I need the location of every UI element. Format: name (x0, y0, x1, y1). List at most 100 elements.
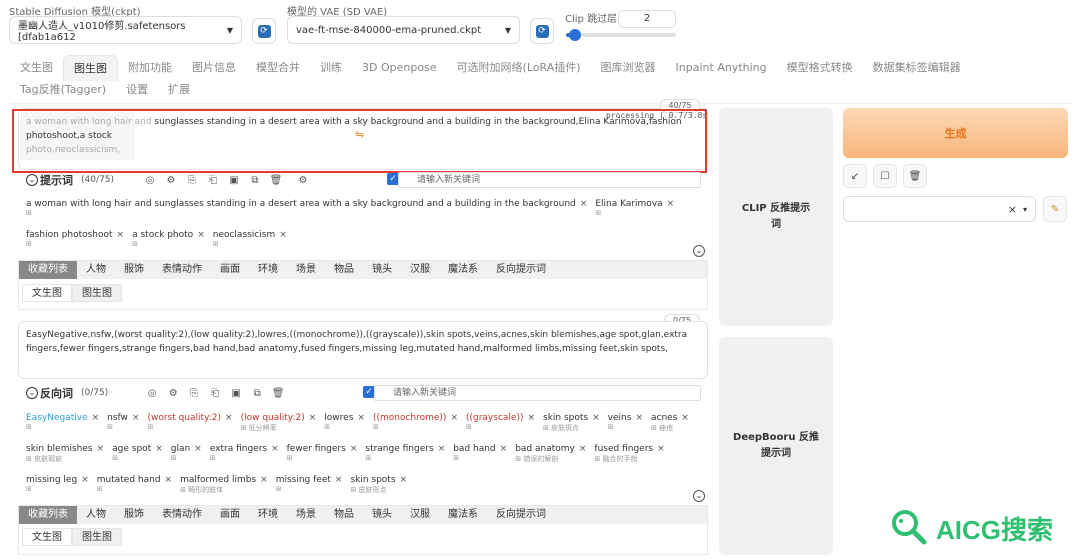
tag-chip[interactable]: bad hand × ⊞ (453, 444, 507, 464)
tag-chip[interactable]: Elina Karimova × ⊞ (595, 199, 674, 219)
tag-chip[interactable]: bad anatomy × ⊞ 错误的解剖 (515, 444, 586, 464)
globe-icon[interactable]: ◎ (144, 385, 160, 401)
duplicate-icon[interactable]: ⧉ (249, 385, 265, 401)
trash-icon[interactable]: 🗑 (268, 172, 284, 188)
edit-icon[interactable]: ⊞ (171, 454, 177, 462)
close-icon[interactable]: × (579, 444, 587, 454)
gear-icon[interactable]: ⚙ (163, 172, 179, 188)
duplicate-icon[interactable]: ⧉ (247, 172, 263, 188)
paste-params-button[interactable]: ↙ (843, 164, 867, 188)
close-icon[interactable]: × (357, 413, 365, 423)
category-tab[interactable]: 画面 (211, 261, 249, 279)
vae-select[interactable]: vae-ft-mse-840000-ema-pruned.ckpt ▼ (287, 16, 520, 44)
tag-chip[interactable]: acnes × ⊞ 痤疮 (651, 413, 689, 433)
tag-chip[interactable]: strange fingers × ⊞ (365, 444, 445, 464)
edit-icon[interactable]: ⊞ (210, 454, 216, 462)
edit-icon[interactable]: ⊞ (147, 423, 153, 431)
edit-icon[interactable]: ⊞ (97, 485, 103, 493)
close-icon[interactable]: × (271, 444, 279, 454)
close-icon[interactable]: × (681, 413, 689, 423)
close-icon[interactable]: × (97, 444, 105, 454)
edit-icon[interactable]: ⊞ (276, 485, 282, 493)
category-tab[interactable]: 画面 (211, 506, 249, 524)
close-icon[interactable]: × (81, 475, 89, 485)
tag-chip[interactable]: malformed limbs × ⊞ 畸形的肢体 (180, 475, 268, 495)
edit-icon[interactable]: ⊞ (324, 423, 330, 431)
close-icon[interactable]: × (438, 444, 446, 454)
tag-chip[interactable]: (worst quality:2) × ⊞ (147, 413, 232, 433)
close-icon[interactable]: × (635, 413, 643, 423)
trash-icon[interactable]: 🗑 (270, 385, 286, 401)
subtab[interactable]: 图生图 (72, 284, 122, 302)
edit-icon[interactable]: ⊞ (26, 209, 32, 217)
tag-chip[interactable]: fashion photoshoot × ⊞ (26, 230, 124, 250)
tag-chip[interactable]: ((grayscale)) × ⊞ (466, 413, 535, 433)
edit-icon[interactable]: ⊞ (180, 486, 188, 494)
tab-item[interactable]: 扩展 (158, 77, 200, 103)
edit-icon[interactable]: ⊞ (543, 424, 551, 432)
category-tab[interactable]: 服饰 (115, 506, 153, 524)
category-tab[interactable]: 收藏列表 (19, 506, 77, 524)
close-icon[interactable]: × (309, 413, 317, 423)
tag-chip[interactable]: veins × ⊞ (608, 413, 643, 433)
tab-item[interactable]: 数据集标签编辑器 (863, 55, 971, 81)
settings-icon[interactable]: ⚙ (295, 172, 311, 188)
clip-number-input[interactable]: 2 (618, 10, 676, 28)
category-tab[interactable]: 汉服 (401, 506, 439, 524)
expand-icon[interactable]: ⌄ (693, 245, 705, 257)
close-icon[interactable]: × (580, 199, 588, 209)
tag-chip[interactable]: skin blemishes × ⊞ 皮肤瑕疵 (26, 444, 104, 464)
clip-slider-handle[interactable] (568, 29, 581, 41)
tab-item[interactable]: 可选附加网络(LoRA插件) (447, 55, 591, 81)
styles-select[interactable]: × ▾ (843, 196, 1036, 222)
tab-item[interactable]: 训练 (310, 55, 352, 81)
subtab[interactable]: 文生图 (22, 528, 72, 546)
category-tab[interactable]: 反向提示词 (487, 506, 555, 524)
close-icon[interactable]: × (657, 444, 665, 454)
negative-keyword-input[interactable]: 请输入新关键词 (374, 385, 701, 401)
tag-chip[interactable]: EasyNegative × ⊞ (26, 413, 99, 433)
paste-icon[interactable]: ⎗ (207, 385, 223, 401)
tag-chip[interactable]: mutated hand × ⊞ (97, 475, 172, 495)
close-icon[interactable]: × (450, 413, 458, 423)
tab-item[interactable]: Inpaint Anything (666, 55, 777, 81)
tab-item[interactable]: 模型格式转换 (777, 55, 863, 81)
category-tab[interactable]: 反向提示词 (487, 261, 555, 279)
paste-icon[interactable]: ⎗ (205, 172, 221, 188)
category-tab[interactable]: 表情动作 (153, 506, 211, 524)
tab-item[interactable]: 设置 (116, 77, 158, 103)
edit-icon[interactable]: ⊞ (26, 240, 32, 248)
category-tab[interactable]: 收藏列表 (19, 261, 77, 279)
chevron-down-icon[interactable]: ⌄ (26, 387, 38, 399)
edit-icon[interactable]: ⊞ (26, 455, 34, 463)
category-tab[interactable]: 场景 (287, 506, 325, 524)
close-icon[interactable]: × (500, 444, 508, 454)
subtab[interactable]: 文生图 (22, 284, 72, 302)
category-tab[interactable]: 镜头 (363, 261, 401, 279)
edit-icon[interactable]: ⊞ (373, 423, 379, 431)
tab-item[interactable]: 模型合并 (246, 55, 310, 81)
tag-chip[interactable]: glan × ⊞ (171, 444, 202, 464)
close-icon[interactable]: × (225, 413, 233, 423)
globe-icon[interactable]: ◎ (142, 172, 158, 188)
copy-icon[interactable]: ⎘ (184, 172, 200, 188)
category-tab[interactable]: 镜头 (363, 506, 401, 524)
edit-icon[interactable]: ⊞ (594, 455, 602, 463)
tag-chip[interactable]: extra fingers × ⊞ (210, 444, 279, 464)
tag-chip[interactable]: (low quality:2) × ⊞ 低分辨率 (241, 413, 317, 433)
close-icon[interactable]: × (155, 444, 163, 454)
edit-icon[interactable]: ⊞ (350, 486, 358, 494)
clip-slider[interactable] (566, 29, 676, 41)
close-icon[interactable]: × (350, 444, 358, 454)
tag-chip[interactable]: fused fingers × ⊞ 融合的手指 (594, 444, 664, 464)
tag-chip[interactable]: skin spots × ⊞ 皮肤斑点 (543, 413, 600, 433)
category-tab[interactable]: 魔法系 (439, 261, 487, 279)
clip-interrogate-button[interactable]: CLIP 反推提示词 (719, 108, 833, 326)
close-icon[interactable]: × (117, 230, 125, 240)
category-tab[interactable]: 场景 (287, 261, 325, 279)
edit-icon[interactable]: ⊞ (132, 240, 138, 248)
close-icon[interactable]: × (92, 413, 100, 423)
refresh-model-button[interactable]: ⟳ (252, 18, 276, 44)
close-icon[interactable]: × (194, 444, 202, 454)
clear-button[interactable]: ☐ (873, 164, 897, 188)
